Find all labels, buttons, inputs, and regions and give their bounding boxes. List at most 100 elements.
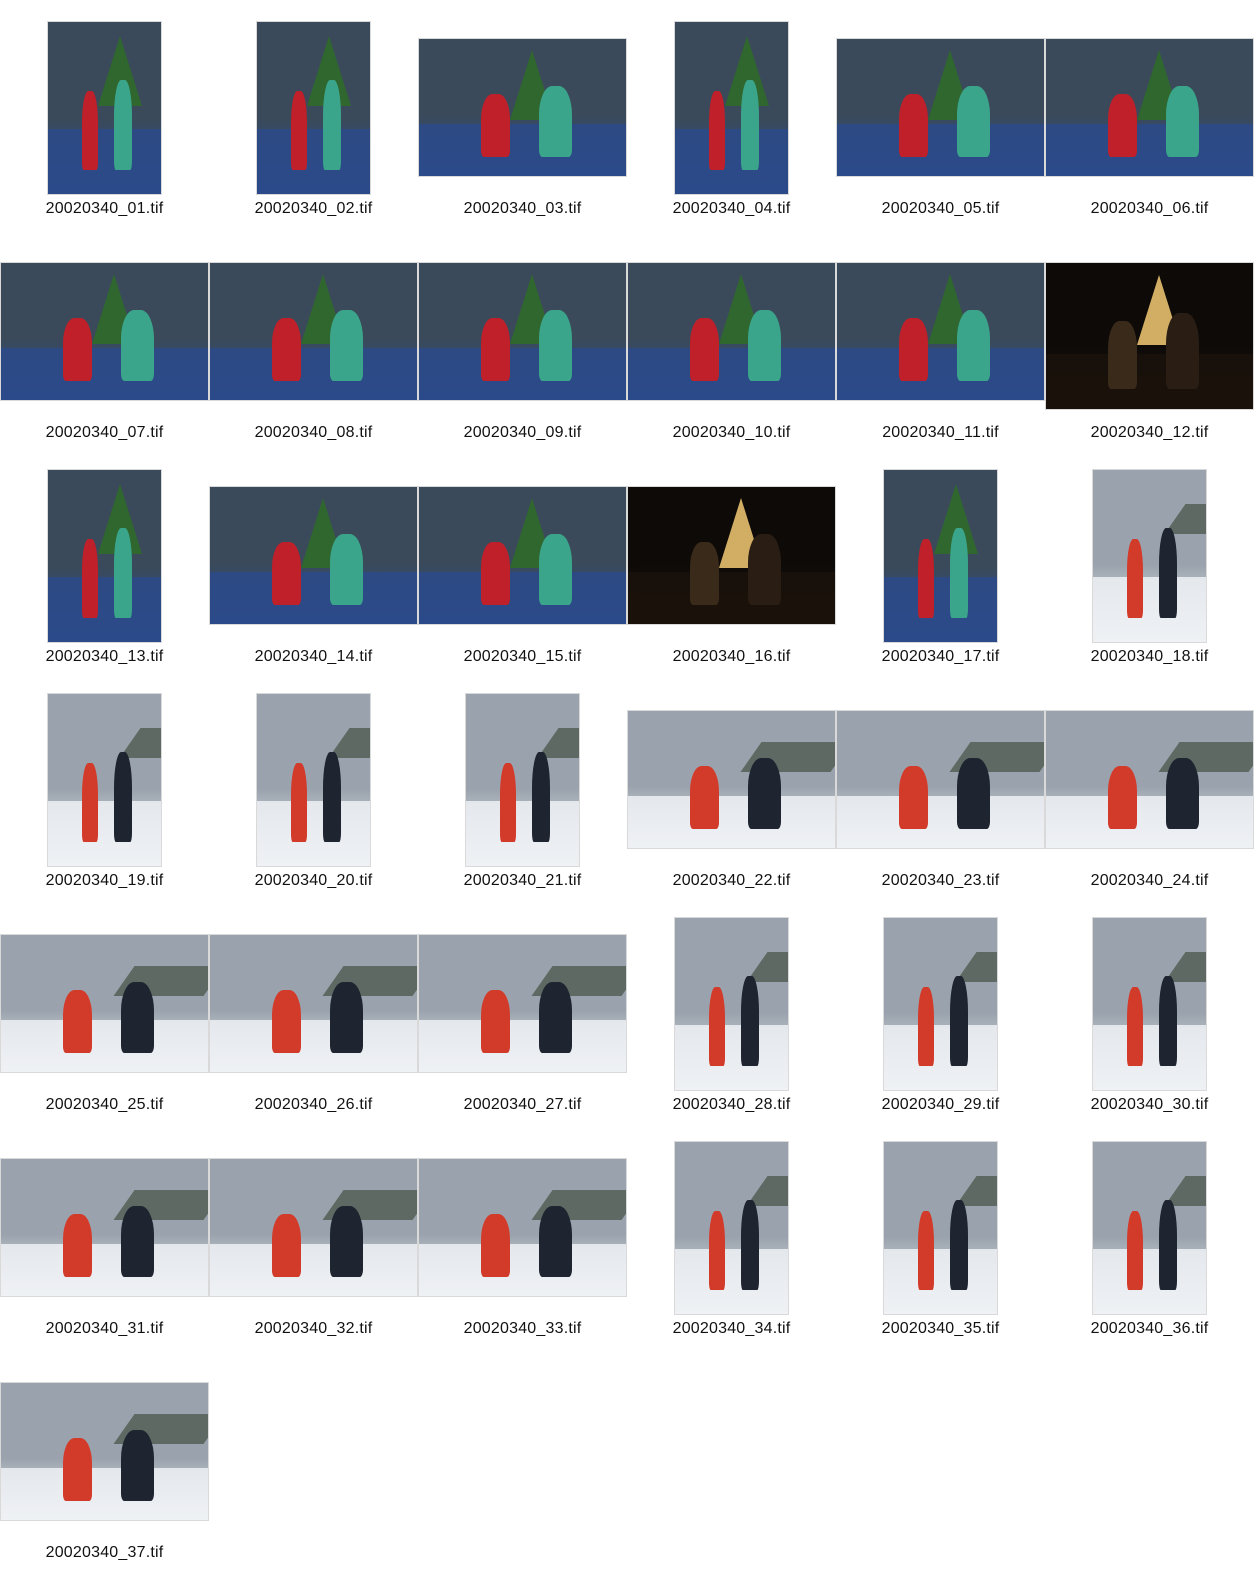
photo-cell[interactable]: 20020340_13.tif	[0, 462, 209, 686]
photo-thumbnail[interactable]	[1, 1383, 208, 1520]
photo-thumbnail[interactable]	[48, 470, 161, 642]
photo-cell[interactable]: 20020340_18.tif	[1045, 462, 1254, 686]
photo-thumbnail[interactable]	[884, 470, 997, 642]
photo-thumbnail[interactable]	[210, 487, 417, 624]
photo-thumbnail[interactable]	[1046, 39, 1253, 176]
photo-cell[interactable]: 20020340_24.tif	[1045, 686, 1254, 910]
photo-cell[interactable]: 20020340_27.tif	[418, 910, 627, 1134]
photo-cell[interactable]: 20020340_14.tif	[209, 462, 418, 686]
photo-thumbnail[interactable]	[1046, 263, 1253, 409]
photo-filename: 20020340_19.tif	[45, 872, 164, 889]
photo-thumbnail[interactable]	[1, 1159, 208, 1296]
person-figure	[690, 765, 720, 829]
photo-thumbnail[interactable]	[466, 694, 579, 866]
photo-cell[interactable]: 20020340_34.tif	[627, 1134, 836, 1358]
person-figure	[81, 90, 98, 170]
photo-thumbnail[interactable]	[419, 39, 626, 176]
photo-thumbnail[interactable]	[257, 22, 370, 194]
photo-cell[interactable]: 20020340_30.tif	[1045, 910, 1254, 1134]
photo-thumbnail[interactable]	[884, 1142, 997, 1314]
photo-cell[interactable]: 20020340_09.tif	[418, 238, 627, 462]
photo-thumbnail[interactable]	[1, 263, 208, 400]
person-figure	[957, 757, 991, 829]
photo-thumbnail[interactable]	[837, 39, 1044, 176]
photo-thumbnail[interactable]	[675, 22, 788, 194]
photo-cell[interactable]: 20020340_17.tif	[836, 462, 1045, 686]
photo-filename: 20020340_33.tif	[463, 1320, 582, 1337]
photo-thumbnail[interactable]	[837, 711, 1044, 848]
photo-filename: 20020340_18.tif	[1090, 648, 1209, 665]
photo-filename: 20020340_07.tif	[45, 424, 164, 441]
person-figure	[740, 1200, 759, 1290]
photo-thumbnail[interactable]	[628, 263, 835, 400]
person-figure	[121, 981, 155, 1053]
photo-thumbnail[interactable]	[210, 1159, 417, 1296]
photo-cell[interactable]: 20020340_28.tif	[627, 910, 836, 1134]
photo-thumbnail[interactable]	[628, 487, 835, 624]
photo-thumbnail[interactable]	[419, 487, 626, 624]
person-figure	[81, 538, 98, 618]
thumbnail-frame	[209, 1134, 418, 1314]
photo-cell[interactable]: 20020340_33.tif	[418, 1134, 627, 1358]
photo-cell[interactable]: 20020340_04.tif	[627, 14, 836, 238]
photo-cell[interactable]: 20020340_10.tif	[627, 238, 836, 462]
thumbnail-frame	[0, 910, 209, 1090]
photo-thumbnail[interactable]	[1093, 918, 1206, 1090]
thumbnail-frame	[836, 462, 1045, 642]
photo-cell[interactable]: 20020340_06.tif	[1045, 14, 1254, 238]
photo-cell[interactable]: 20020340_15.tif	[418, 462, 627, 686]
photo-cell[interactable]: 20020340_01.tif	[0, 14, 209, 238]
photo-cell[interactable]: 20020340_31.tif	[0, 1134, 209, 1358]
photo-thumbnail[interactable]	[257, 694, 370, 866]
photo-thumbnail[interactable]	[419, 935, 626, 1072]
photo-cell[interactable]: 20020340_25.tif	[0, 910, 209, 1134]
photo-filename: 20020340_32.tif	[254, 1320, 373, 1337]
person-figure	[690, 541, 720, 605]
photo-cell[interactable]: 20020340_32.tif	[209, 1134, 418, 1358]
photo-thumbnail[interactable]	[884, 918, 997, 1090]
photo-thumbnail[interactable]	[1093, 470, 1206, 642]
photo-cell[interactable]: 20020340_36.tif	[1045, 1134, 1254, 1358]
photo-filename: 20020340_15.tif	[463, 648, 582, 665]
photo-thumbnail[interactable]	[1093, 1142, 1206, 1314]
photo-thumbnail[interactable]	[837, 263, 1044, 400]
photo-cell[interactable]: 20020340_37.tif	[0, 1358, 209, 1582]
photo-thumbnail[interactable]	[1, 935, 208, 1072]
photo-thumbnail[interactable]	[628, 711, 835, 848]
thumbnail-frame	[209, 462, 418, 642]
thumbnail-frame	[627, 686, 836, 866]
photo-cell[interactable]: 20020340_29.tif	[836, 910, 1045, 1134]
photo-cell[interactable]: 20020340_23.tif	[836, 686, 1045, 910]
person-figure	[1108, 765, 1138, 829]
photo-filename: 20020340_11.tif	[882, 424, 999, 441]
photo-thumbnail[interactable]	[210, 263, 417, 400]
photo-thumbnail[interactable]	[48, 22, 161, 194]
photo-cell[interactable]: 20020340_21.tif	[418, 686, 627, 910]
photo-thumbnail[interactable]	[675, 918, 788, 1090]
photo-thumbnail[interactable]	[1046, 711, 1253, 848]
photo-cell[interactable]: 20020340_03.tif	[418, 14, 627, 238]
person-figure	[949, 528, 968, 618]
photo-cell[interactable]: 20020340_11.tif	[836, 238, 1045, 462]
photo-cell[interactable]: 20020340_02.tif	[209, 14, 418, 238]
photo-cell[interactable]: 20020340_12.tif	[1045, 238, 1254, 462]
person-figure	[272, 989, 302, 1053]
photo-cell[interactable]: 20020340_07.tif	[0, 238, 209, 462]
person-figure	[113, 80, 132, 170]
photo-cell[interactable]: 20020340_19.tif	[0, 686, 209, 910]
person-figure	[957, 309, 991, 381]
photo-thumbnail[interactable]	[675, 1142, 788, 1314]
photo-cell[interactable]: 20020340_35.tif	[836, 1134, 1045, 1358]
photo-cell[interactable]: 20020340_26.tif	[209, 910, 418, 1134]
photo-cell[interactable]: 20020340_08.tif	[209, 238, 418, 462]
photo-cell[interactable]: 20020340_05.tif	[836, 14, 1045, 238]
photo-cell[interactable]: 20020340_16.tif	[627, 462, 836, 686]
thumbnail-frame	[0, 686, 209, 866]
photo-thumbnail[interactable]	[419, 1159, 626, 1296]
photo-thumbnail[interactable]	[419, 263, 626, 400]
thumbnail-frame	[418, 462, 627, 642]
photo-cell[interactable]: 20020340_22.tif	[627, 686, 836, 910]
photo-cell[interactable]: 20020340_20.tif	[209, 686, 418, 910]
photo-thumbnail[interactable]	[48, 694, 161, 866]
photo-thumbnail[interactable]	[210, 935, 417, 1072]
